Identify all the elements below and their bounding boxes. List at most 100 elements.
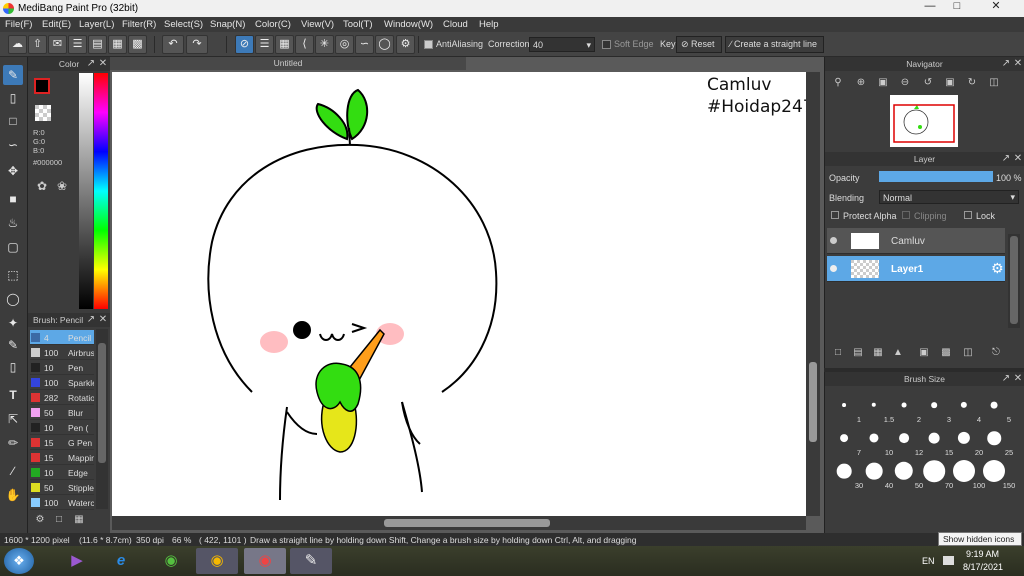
close-icon[interactable]: ✕	[1011, 152, 1024, 166]
brush-item[interactable]: 10 Pen (	[30, 420, 94, 435]
minimize-icon[interactable]: —	[917, 0, 943, 14]
brush-size-option[interactable]: 70	[919, 456, 953, 490]
brush-size-option[interactable]: 25	[979, 423, 1013, 457]
gradient-tool-icon[interactable]: ▢	[3, 237, 23, 257]
pen-tool-icon[interactable]: ∽	[3, 135, 23, 155]
new-halftone-layer-icon[interactable]: ▤	[851, 346, 865, 360]
merge-down-icon[interactable]: ▩	[939, 346, 953, 360]
internet-explorer-icon[interactable]: e	[100, 548, 142, 574]
select-pen-tool-icon[interactable]: ✎	[3, 335, 23, 355]
hue-slider[interactable]	[94, 73, 108, 309]
brush-size-option[interactable]: 7	[829, 423, 861, 457]
brush-settings-icon[interactable]: ⚙	[33, 513, 47, 527]
brush-size-option[interactable]: 4	[949, 390, 981, 424]
close-icon[interactable]: ✕	[96, 57, 110, 71]
brush-item[interactable]: 100 Watercolor	[30, 495, 94, 510]
chrome-icon[interactable]: ◉	[196, 548, 238, 574]
antialiasing-checkbox[interactable]	[424, 40, 433, 49]
dropper-tool-icon[interactable]: ∕	[3, 461, 23, 481]
layer-row-layer1[interactable]: Layer1 ⚙	[827, 256, 1005, 282]
soft-edge-checkbox[interactable]	[602, 40, 611, 49]
snap-parallel-icon[interactable]: ☰	[255, 35, 274, 54]
brush-item[interactable]: 50 Stipple	[30, 480, 94, 495]
brush-item[interactable]: 4 Pencil	[30, 330, 94, 345]
brush-size-option[interactable]: 1	[829, 390, 861, 424]
brush-item[interactable]: 100 Airbrush	[30, 345, 94, 360]
new-layer-icon[interactable]: □	[831, 346, 845, 360]
close-icon[interactable]: ✕	[1011, 372, 1024, 386]
chat-icon[interactable]: ☰	[68, 35, 87, 54]
menu-file[interactable]: File(F)	[5, 19, 32, 30]
menu-cloud[interactable]: Cloud	[443, 19, 468, 30]
protect-alpha-checkbox[interactable]	[831, 211, 839, 219]
close-icon[interactable]: ✕	[1011, 57, 1024, 71]
fill-rect-tool-icon[interactable]: ■	[3, 189, 23, 209]
notification-icon[interactable]	[943, 556, 954, 565]
palette-icon[interactable]: ✿	[35, 179, 49, 193]
fit-icon[interactable]: ▣	[943, 76, 957, 90]
snap-radial-icon[interactable]: ✳	[315, 35, 334, 54]
delete-layer-icon[interactable]: ⎋	[989, 346, 1003, 360]
select-eraser-tool-icon[interactable]: ▯	[3, 357, 23, 377]
maximize-icon[interactable]: □	[944, 0, 970, 14]
grid-icon[interactable]: ▩	[128, 35, 147, 54]
correction-select[interactable]: 40 ▾	[529, 37, 595, 52]
reset-button[interactable]: ⊘ Reset	[676, 36, 722, 53]
menu-edit[interactable]: Edit(E)	[42, 19, 71, 30]
visibility-icon[interactable]	[830, 265, 837, 272]
document-icon[interactable]: ▤	[88, 35, 107, 54]
snap-curve-icon[interactable]: ∽	[355, 35, 374, 54]
clipping-checkbox[interactable]	[902, 211, 910, 219]
visibility-icon[interactable]	[830, 237, 837, 244]
brush-size-option[interactable]: 100	[949, 456, 985, 490]
rectangle-tool-icon[interactable]: □	[3, 111, 23, 131]
brush-item[interactable]: 15 G Pen	[30, 435, 94, 450]
snap-off-icon[interactable]: ⊘	[235, 35, 254, 54]
clock-date[interactable]: 8/17/2021	[963, 562, 1003, 572]
brush-item[interactable]: 15 Mapping	[30, 450, 94, 465]
scrollbar-thumb[interactable]	[809, 362, 817, 442]
scrollbar-thumb[interactable]	[1010, 236, 1018, 324]
close-icon[interactable]: ✕	[972, 0, 1020, 14]
scrollbar-thumb[interactable]	[98, 343, 106, 463]
brush-item[interactable]: 50 Blur	[30, 405, 94, 420]
menu-filter[interactable]: Filter(R)	[122, 19, 156, 30]
brush-size-option[interactable]: 40	[859, 456, 893, 490]
menu-help[interactable]: Help	[479, 19, 499, 30]
scrollbar-thumb[interactable]	[384, 519, 550, 527]
eraser-tool-icon[interactable]: ▯	[3, 88, 23, 108]
opacity-slider[interactable]	[879, 171, 993, 182]
add-layer-menu-icon[interactable]: ▲	[891, 346, 905, 360]
new-brush-icon[interactable]: □	[52, 513, 66, 527]
gear-icon[interactable]: ⚙	[991, 260, 1004, 277]
menu-window[interactable]: Window(W)	[384, 19, 433, 30]
flip-icon[interactable]: ◫	[987, 76, 1001, 90]
brush-size-option[interactable]: 150	[979, 456, 1015, 490]
brush-size-option[interactable]: 20	[949, 423, 983, 457]
comment-icon[interactable]: ✉	[48, 35, 67, 54]
coccoc-icon[interactable]: ◉	[150, 548, 192, 574]
canvas-horizontal-scrollbar[interactable]	[112, 516, 806, 530]
paint-icon[interactable]: ✎	[290, 548, 332, 574]
palette-add-icon[interactable]: ❀	[55, 179, 69, 193]
visual-studio-icon[interactable]: ▶	[56, 548, 98, 574]
brush-item[interactable]: 10 Edge	[30, 465, 94, 480]
transparent-color-swatch[interactable]	[35, 105, 51, 121]
menu-view[interactable]: View(V)	[301, 19, 334, 30]
lasso-tool-icon[interactable]: ◯	[3, 289, 23, 309]
brush-size-option[interactable]: 15	[919, 423, 953, 457]
duplicate-layer-icon[interactable]: ▦	[871, 346, 885, 360]
export-icon[interactable]: ⇧	[28, 35, 47, 54]
blending-select[interactable]: Normal ▾	[879, 190, 1019, 204]
text-tool-icon[interactable]: T	[3, 385, 23, 405]
hand-tool-icon[interactable]: ✋	[3, 485, 23, 505]
brush-size-option[interactable]: 3	[919, 390, 951, 424]
menu-select[interactable]: Select(S)	[164, 19, 203, 30]
cloud-icon[interactable]: ☁	[8, 35, 27, 54]
brush-item[interactable]: 100 Sparkle	[30, 375, 94, 390]
rotate-left-icon[interactable]: ↺	[921, 76, 935, 90]
panel-icon[interactable]: ▦	[108, 35, 127, 54]
brush-list-scrollbar[interactable]	[96, 329, 108, 509]
language-indicator[interactable]: EN	[922, 556, 935, 566]
zoom-fit-icon[interactable]: ⚲	[831, 76, 845, 90]
